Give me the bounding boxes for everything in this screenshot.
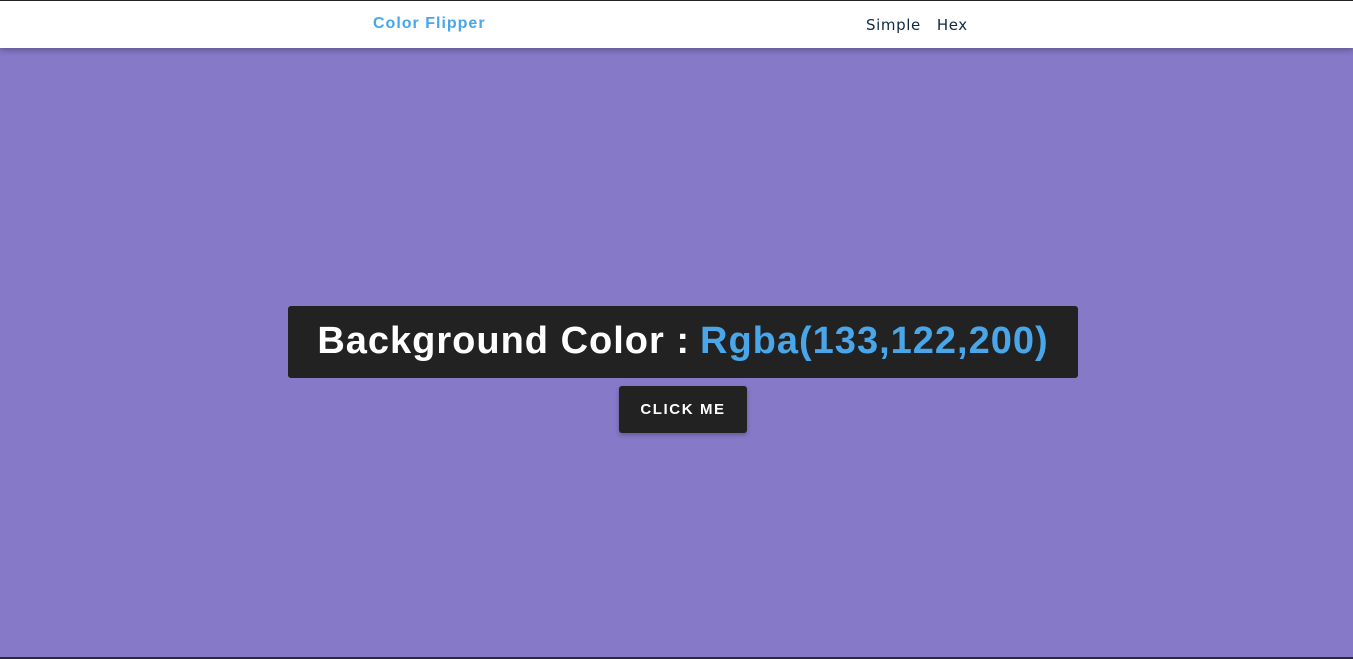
navbar: Color Flipper Simple Hex	[0, 0, 1353, 48]
nav-link-simple[interactable]: Simple	[866, 16, 921, 34]
background-color-label: Background Color : Rgba(133,122,200)	[288, 305, 1078, 378]
color-value: Rgba(133,122,200)	[700, 320, 1049, 363]
nav-links: Simple Hex	[866, 15, 968, 35]
nav-item-simple: Simple	[866, 15, 921, 35]
background-color-prefix: Background Color :	[317, 320, 691, 363]
nav-item-hex: Hex	[937, 15, 968, 35]
brand-link[interactable]: Color Flipper	[373, 14, 486, 34]
nav-link-hex[interactable]: Hex	[937, 16, 968, 34]
window-top-border	[0, 0, 1353, 1]
click-me-button[interactable]: click me	[619, 386, 747, 433]
